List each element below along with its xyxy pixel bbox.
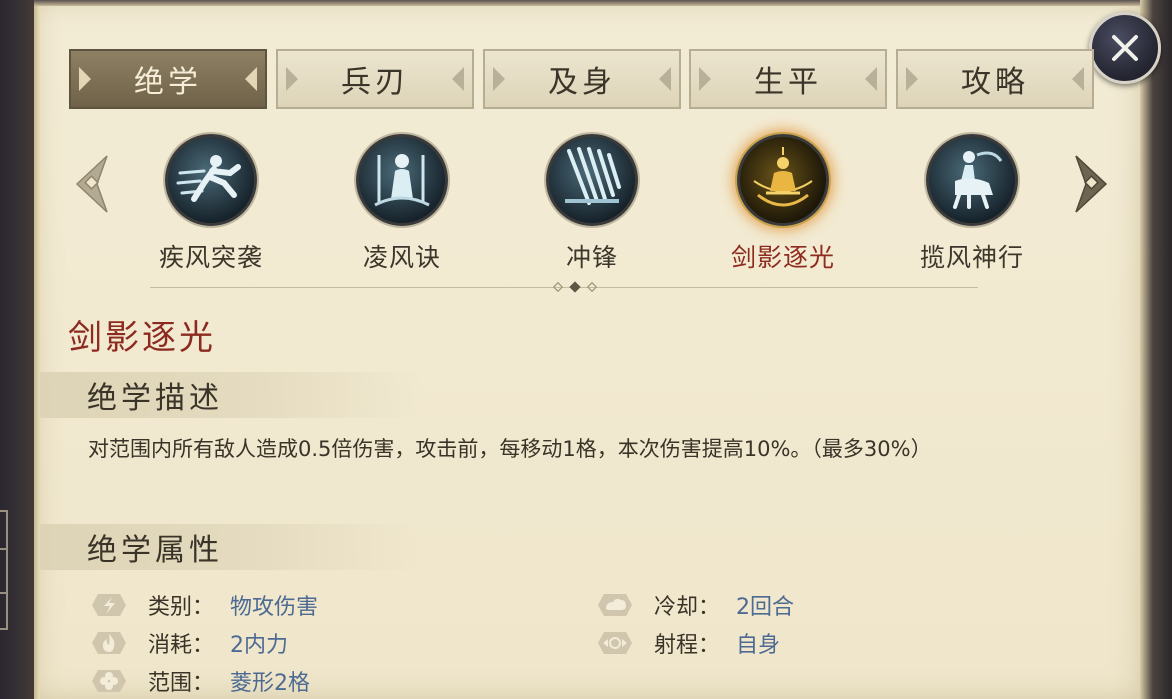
attribute-value: 2回合	[736, 595, 795, 620]
skill-name: 疾风突袭	[158, 243, 263, 272]
skill-item-selected[interactable]: 剑影逐光	[718, 134, 848, 274]
attribute-value: 菱形2格	[230, 671, 311, 696]
meditating-golden-icon	[737, 134, 829, 226]
charge-streak-icon	[546, 134, 638, 226]
skill-description: 对范围内所有敌人造成0.5倍伤害，攻击前，每移动1格，本次伤害提高10%。（最多…	[88, 437, 932, 461]
tab-arrow-left-icon	[493, 67, 505, 91]
tab-arrow-right-icon	[245, 67, 257, 91]
tab-label: 生平	[754, 65, 822, 100]
attribute-area: 范围： 菱形2格	[88, 664, 310, 698]
skill-item[interactable]: 冲锋	[527, 134, 657, 274]
description-heading: 绝学描述	[87, 381, 223, 416]
attribute-label: 射程：	[654, 633, 721, 658]
skill-item[interactable]: 疾风突袭	[146, 134, 276, 274]
tab-label: 绝学	[134, 65, 202, 100]
attribute-category: 类别： 物攻伤害	[88, 588, 318, 622]
skill-detail-title: 剑影逐光	[68, 318, 216, 358]
tab-biography[interactable]: 生平	[689, 49, 887, 109]
attributes-heading-bar: 绝学属性	[40, 524, 420, 570]
description-heading-bar: 绝学描述	[40, 372, 420, 418]
tab-arrow-right-icon	[865, 67, 877, 91]
tab-label: 及身	[548, 65, 616, 100]
tab-label: 攻略	[961, 65, 1029, 100]
target-arrows-icon	[594, 628, 636, 658]
tab-label: 兵刃	[341, 65, 409, 100]
wind-swordsman-icon	[356, 134, 448, 226]
attribute-label: 消耗：	[148, 633, 215, 658]
tab-arrow-left-icon	[906, 67, 918, 91]
tab-guide[interactable]: 攻略	[896, 49, 1094, 109]
tab-arrow-right-icon	[1072, 67, 1084, 91]
attribute-range: 射程： 自身	[594, 626, 780, 660]
attribute-cost: 消耗： 2内力	[88, 626, 288, 660]
cloud-icon	[594, 590, 636, 620]
close-button[interactable]	[1089, 12, 1161, 84]
background-right	[1140, 0, 1172, 699]
flame-icon	[88, 628, 130, 658]
attribute-label: 范围：	[148, 671, 215, 696]
clover-icon	[88, 666, 130, 696]
attribute-value: 2内力	[230, 633, 289, 658]
skill-name: 凌风诀	[362, 243, 441, 272]
carousel-next-arrow-icon[interactable]	[1072, 152, 1112, 216]
tab-arrow-right-icon	[659, 67, 671, 91]
skill-item[interactable]: 凌风诀	[337, 134, 467, 274]
page-indicator-icon	[553, 281, 597, 293]
tab-weapons[interactable]: 兵刃	[276, 49, 474, 109]
running-figure-icon	[165, 134, 257, 226]
attribute-label: 类别：	[148, 595, 215, 620]
tab-arrow-left-icon	[699, 67, 711, 91]
carousel-prev-arrow-icon[interactable]	[71, 152, 111, 216]
tab-arrow-right-icon	[452, 67, 464, 91]
lightning-icon	[88, 590, 130, 620]
attributes-heading: 绝学属性	[87, 533, 223, 568]
tab-equipment[interactable]: 及身	[483, 49, 681, 109]
tab-arrow-left-icon	[79, 67, 91, 91]
skill-name: 揽风神行	[919, 243, 1024, 272]
skill-name: 冲锋	[565, 243, 618, 272]
background-frame-inner	[0, 548, 8, 594]
attribute-value: 自身	[736, 633, 781, 658]
skill-name: 剑影逐光	[730, 243, 835, 272]
centaur-rider-icon	[926, 134, 1018, 226]
panel-top-edge	[34, 0, 1140, 6]
tab-arrow-left-icon	[286, 67, 298, 91]
skill-item[interactable]: 揽风神行	[907, 134, 1037, 274]
attribute-value: 物攻伤害	[230, 595, 319, 620]
close-icon	[1112, 35, 1138, 61]
attribute-cooldown: 冷却： 2回合	[594, 588, 794, 622]
tab-skills[interactable]: 绝学	[69, 49, 267, 109]
attribute-label: 冷却：	[654, 595, 721, 620]
